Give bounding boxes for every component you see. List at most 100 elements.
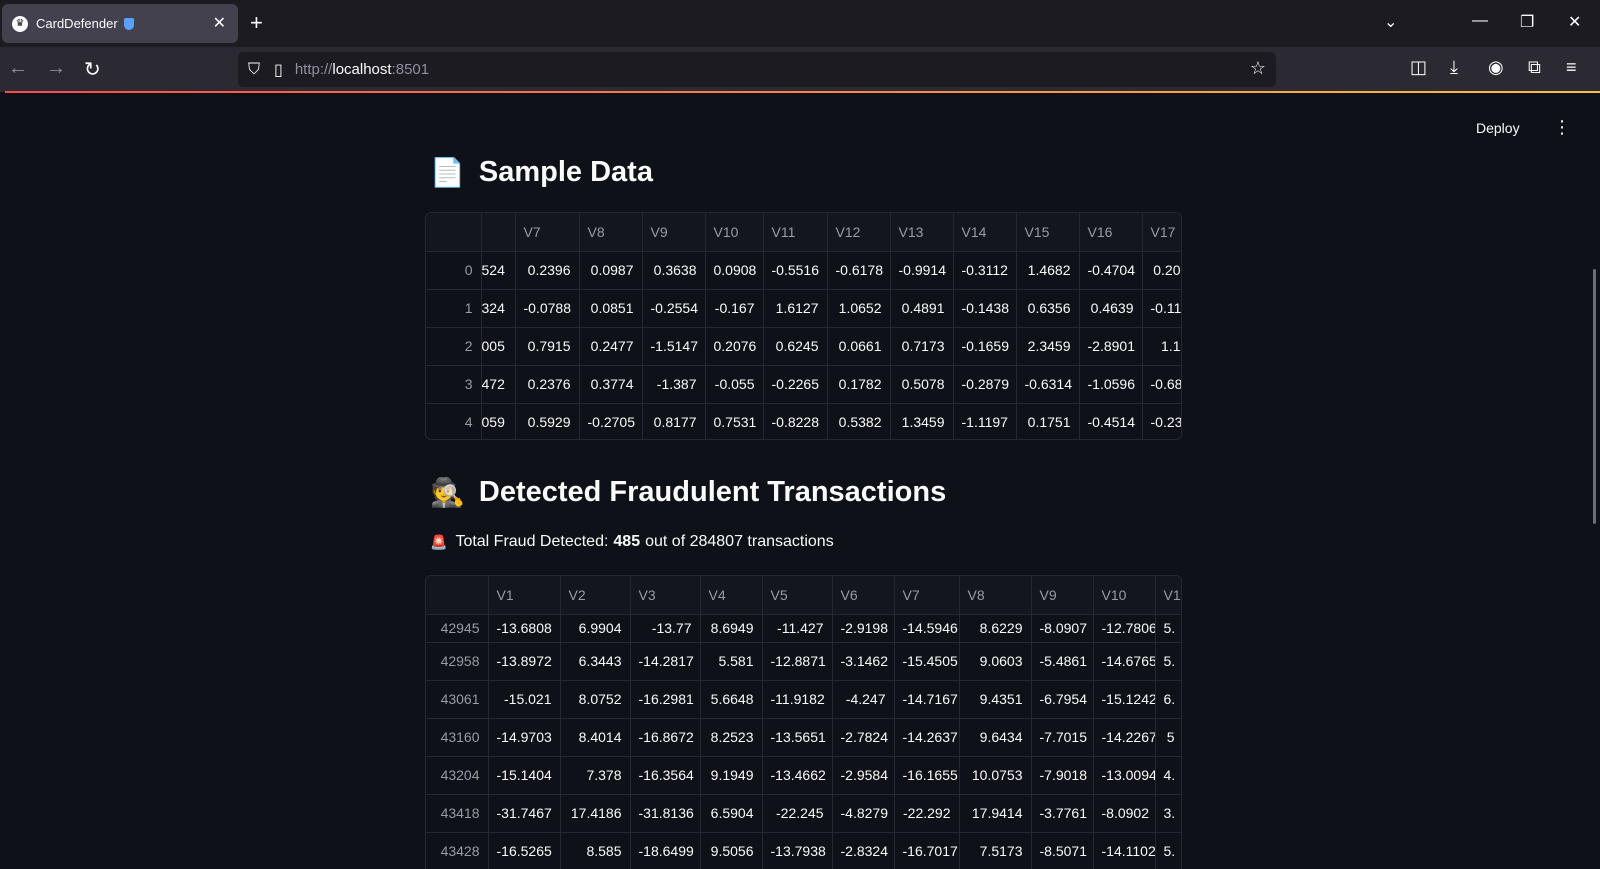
table-cell[interactable]: -11.427 bbox=[762, 614, 833, 643]
table-cell[interactable]: 9.1949 bbox=[700, 756, 763, 795]
row-index[interactable]: 42945 bbox=[426, 614, 489, 643]
forward-icon[interactable]: → bbox=[46, 57, 66, 80]
table-row[interactable]: 43428 -16.5265 8.585 -18.6499 9.5056 -13.7938… bbox=[426, 832, 1181, 869]
table-cell[interactable]: 5. bbox=[1155, 614, 1181, 643]
pocket-icon[interactable]: ◫ bbox=[1410, 57, 1427, 78]
tracking-shield-icon[interactable]: ⛉ bbox=[248, 61, 260, 79]
table-cell[interactable]: -8.5071 bbox=[1031, 832, 1094, 869]
table-row[interactable]: 3 472 0.2376 0.3774 -1.387 -0.055 -0.2265 0.178… bbox=[426, 365, 1181, 404]
url-text[interactable]: http://localhost:8501 bbox=[295, 61, 429, 78]
row-index[interactable]: 4 bbox=[426, 403, 482, 439]
table-cell[interactable]: -0.2705 bbox=[579, 403, 643, 439]
table-cell[interactable]: 8.585 bbox=[560, 832, 631, 869]
table-row[interactable]: 43061 -15.021 8.0752 -16.2981 5.6648 -11.9182… bbox=[426, 680, 1181, 719]
row-index[interactable]: 43204 bbox=[426, 756, 489, 795]
table-cell[interactable]: 0.6356 bbox=[1016, 289, 1080, 328]
table-cell[interactable]: -1.1197 bbox=[953, 403, 1017, 439]
table-cell[interactable]: 7.378 bbox=[560, 756, 631, 795]
close-tab-icon[interactable]: ✕ bbox=[213, 13, 226, 33]
table-cell[interactable]: -13.6808 bbox=[488, 614, 561, 643]
table-cell[interactable]: -0.4704 bbox=[1079, 251, 1143, 290]
table-cell[interactable]: -0.5516 bbox=[763, 251, 828, 290]
table-cell[interactable]: -2.8901 bbox=[1079, 327, 1143, 366]
table-cell[interactable]: 9.4351 bbox=[959, 680, 1032, 719]
fraud-table[interactable]: V1 V2 V3 V4 V5 V6 V7 V8 V9 V10 V1 42945 -13.6808 6.9… bbox=[425, 575, 1182, 869]
table-cell[interactable]: -0.8228 bbox=[763, 403, 828, 439]
minimize-icon[interactable]: — bbox=[1472, 12, 1488, 30]
table-cell[interactable]: -0.3112 bbox=[953, 251, 1017, 290]
table-cell[interactable]: -2.9584 bbox=[832, 756, 895, 795]
table-cell[interactable]: 0.8177 bbox=[642, 403, 706, 439]
table-cell[interactable]: 0.3638 bbox=[642, 251, 706, 290]
column-header[interactable]: V8 bbox=[579, 213, 643, 252]
table-cell[interactable]: -6.7954 bbox=[1031, 680, 1094, 719]
table-cell[interactable]: -4.8279 bbox=[832, 794, 895, 833]
column-header[interactable]: V3 bbox=[630, 576, 701, 615]
table-cell[interactable]: 005 bbox=[481, 327, 516, 366]
table-cell[interactable]: -0.2265 bbox=[763, 365, 828, 404]
row-index[interactable]: 2 bbox=[426, 327, 482, 366]
index-header[interactable] bbox=[426, 213, 482, 252]
table-cell[interactable]: -0.2554 bbox=[642, 289, 706, 328]
table-cell[interactable]: 324 bbox=[481, 289, 516, 328]
extensions-icon[interactable]: ⧉ bbox=[1528, 57, 1541, 78]
table-cell[interactable]: -16.3564 bbox=[630, 756, 701, 795]
table-cell[interactable]: 0.6245 bbox=[763, 327, 828, 366]
table-cell[interactable]: 6.9904 bbox=[560, 614, 631, 643]
column-header[interactable]: V6 bbox=[832, 576, 895, 615]
column-header[interactable]: V4 bbox=[700, 576, 763, 615]
table-cell[interactable]: -15.4505 bbox=[894, 642, 960, 681]
table-cell[interactable]: -0.6314 bbox=[1016, 365, 1080, 404]
row-index[interactable]: 43428 bbox=[426, 832, 489, 869]
table-cell[interactable]: -8.0902 bbox=[1093, 794, 1156, 833]
table-cell[interactable]: 6.5904 bbox=[700, 794, 763, 833]
table-cell[interactable]: 1.6127 bbox=[763, 289, 828, 328]
column-header[interactable]: V17 bbox=[1142, 213, 1181, 252]
table-cell[interactable]: 5.581 bbox=[700, 642, 763, 681]
table-cell[interactable]: -15.1404 bbox=[488, 756, 561, 795]
column-header[interactable]: V1 bbox=[1155, 576, 1181, 615]
table-cell[interactable]: 1.3459 bbox=[890, 403, 954, 439]
column-header[interactable]: V16 bbox=[1079, 213, 1143, 252]
column-header[interactable]: V9 bbox=[642, 213, 706, 252]
table-cell[interactable]: 0.7915 bbox=[515, 327, 580, 366]
reload-icon[interactable]: ↻ bbox=[84, 57, 101, 82]
table-row[interactable]: 2 005 0.7915 0.2477 -1.5147 0.2076 0.6245 0.066… bbox=[426, 327, 1181, 366]
table-cell[interactable]: 524 bbox=[481, 251, 516, 290]
table-cell[interactable]: -13.4662 bbox=[762, 756, 833, 795]
table-cell[interactable]: -2.8324 bbox=[832, 832, 895, 869]
table-cell[interactable]: -13.7938 bbox=[762, 832, 833, 869]
table-cell[interactable]: -0.2879 bbox=[953, 365, 1017, 404]
table-cell[interactable]: 2.3459 bbox=[1016, 327, 1080, 366]
table-cell[interactable]: 0.1782 bbox=[827, 365, 891, 404]
table-cell[interactable]: -0.114 bbox=[1142, 289, 1181, 328]
table-cell[interactable]: 5. bbox=[1155, 832, 1181, 869]
table-cell[interactable]: -7.9018 bbox=[1031, 756, 1094, 795]
table-cell[interactable]: -16.8672 bbox=[630, 718, 701, 757]
table-cell[interactable]: 0.2076 bbox=[705, 327, 764, 366]
table-cell[interactable]: 8.2523 bbox=[700, 718, 763, 757]
table-cell[interactable]: 0.5382 bbox=[827, 403, 891, 439]
table-cell[interactable]: 1.4682 bbox=[1016, 251, 1080, 290]
table-cell[interactable]: 5 bbox=[1155, 718, 1181, 757]
account-icon[interactable]: ◉ bbox=[1488, 57, 1504, 78]
table-cell[interactable]: 0.2396 bbox=[515, 251, 580, 290]
table-cell[interactable]: 0.7531 bbox=[705, 403, 764, 439]
row-index[interactable]: 1 bbox=[426, 289, 482, 328]
table-row[interactable]: 43160 -14.9703 8.4014 -16.8672 8.2523 -13.565… bbox=[426, 718, 1181, 757]
table-cell[interactable]: -4.247 bbox=[832, 680, 895, 719]
table-cell[interactable]: -1.387 bbox=[642, 365, 706, 404]
table-cell[interactable]: -14.6765 bbox=[1093, 642, 1156, 681]
back-icon[interactable]: ← bbox=[8, 57, 28, 80]
table-cell[interactable]: -31.7467 bbox=[488, 794, 561, 833]
table-cell[interactable]: -0.9914 bbox=[890, 251, 954, 290]
table-cell[interactable]: 0.2477 bbox=[579, 327, 643, 366]
table-row[interactable]: 43204 -15.1404 7.378 -16.3564 9.1949 -13.4662… bbox=[426, 756, 1181, 795]
table-cell[interactable]: -22.245 bbox=[762, 794, 833, 833]
table-cell[interactable]: 472 bbox=[481, 365, 516, 404]
table-cell[interactable]: -1.0596 bbox=[1079, 365, 1143, 404]
table-cell[interactable]: 0.3774 bbox=[579, 365, 643, 404]
table-cell[interactable]: -3.7761 bbox=[1031, 794, 1094, 833]
main-menu-kebab-icon[interactable]: ⋮ bbox=[1553, 117, 1571, 138]
table-cell[interactable]: -7.7015 bbox=[1031, 718, 1094, 757]
